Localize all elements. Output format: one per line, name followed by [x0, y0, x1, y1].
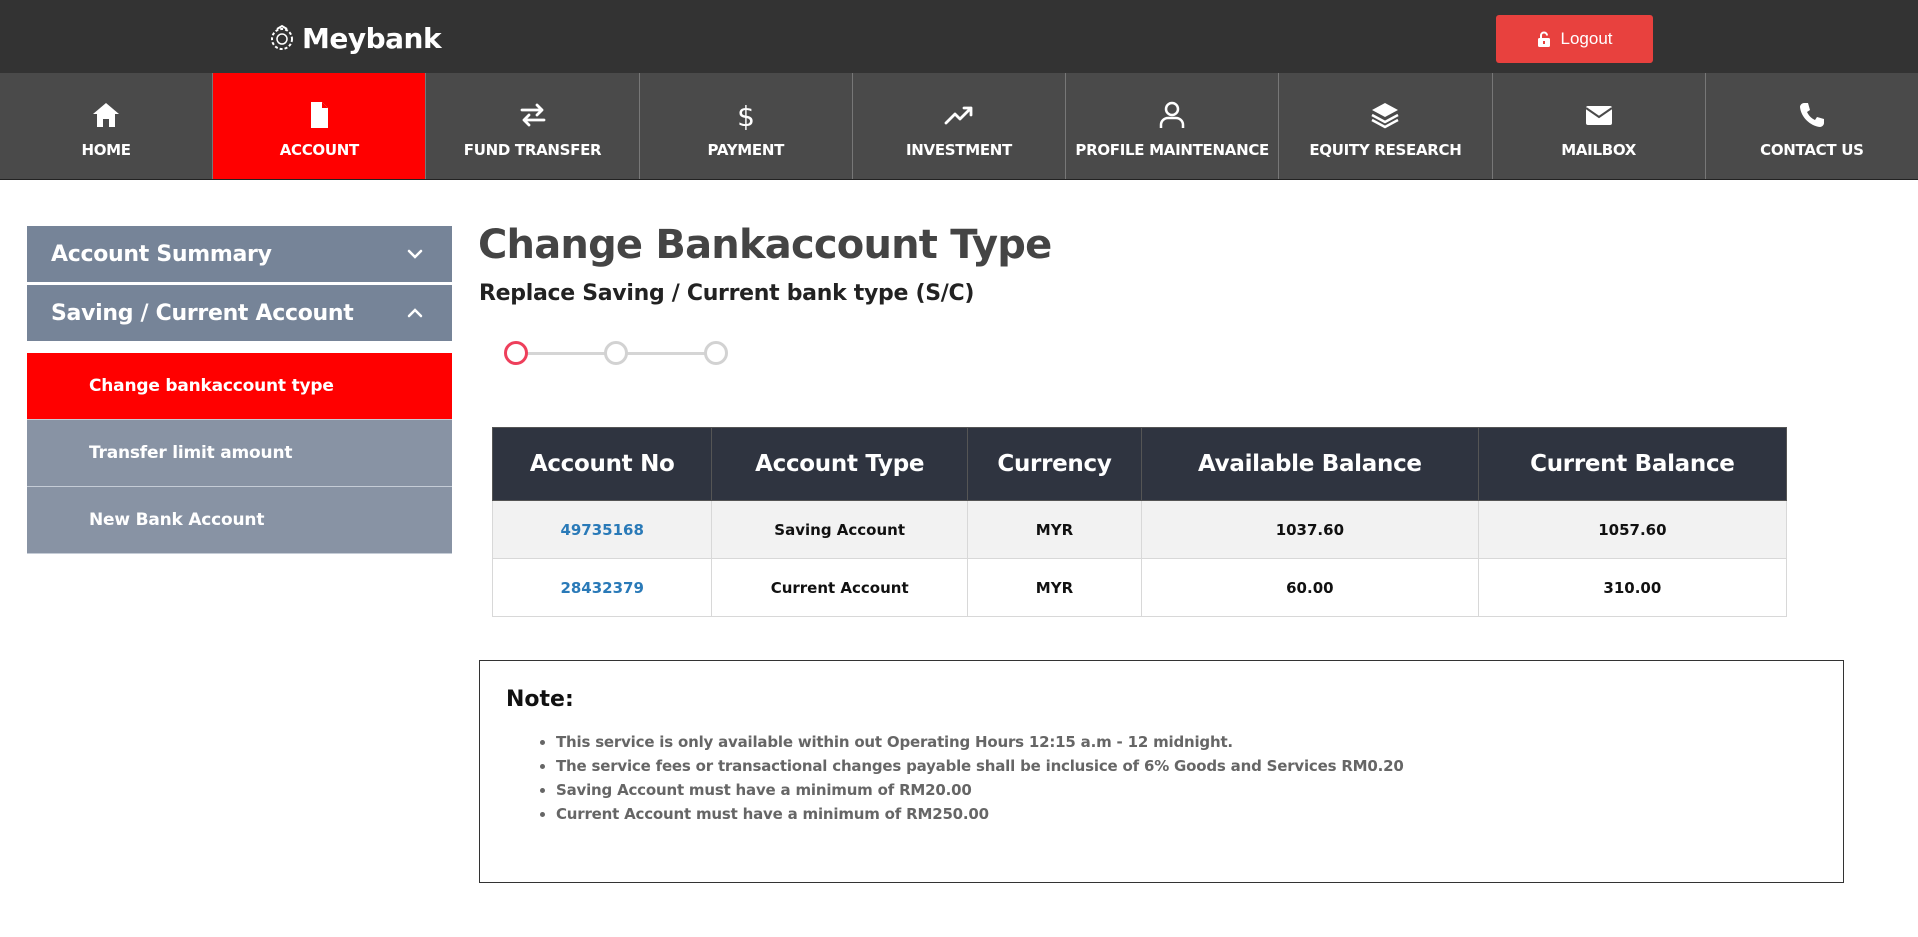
nav-profile-maintenance[interactable]: PROFILE MAINTENANCE [1066, 73, 1280, 179]
nav-fund-transfer[interactable]: FUND TRANSFER [426, 73, 640, 179]
sidebar-section-account-summary[interactable]: Account Summary [27, 226, 452, 282]
user-icon [1159, 101, 1185, 128]
sidebar-item-transfer-limit[interactable]: Transfer limit amount [27, 420, 452, 487]
sidebar-item-change-type[interactable]: Change bankaccount type [27, 353, 452, 420]
note-item: This service is only available within ou… [556, 730, 1817, 754]
available-balance-cell: 1037.60 [1140, 500, 1479, 559]
progress-stepper [504, 341, 730, 365]
accounts-table: Account No Account Type Currency Availab… [491, 427, 1788, 617]
account-no-cell: 28432379 [491, 558, 713, 617]
top-bar: Meybank Logout [0, 0, 1918, 73]
currency-cell: MYR [966, 500, 1142, 559]
page-title: Change Bankaccount Type [478, 222, 1052, 268]
account-no-link[interactable]: 49735168 [560, 521, 644, 539]
logout-button[interactable]: Logout [1496, 15, 1653, 63]
nav-label: PROFILE MAINTENANCE [1075, 141, 1269, 159]
nav-label: FUND TRANSFER [463, 141, 602, 159]
table-row: 28432379 Current Account MYR 60.00 310.0… [491, 558, 1788, 617]
nav-payment[interactable]: $ PAYMENT [640, 73, 853, 179]
nav-home[interactable]: HOME [0, 73, 214, 179]
current-balance-cell: 310.00 [1477, 558, 1788, 617]
note-item: Current Account must have a minimum of R… [556, 802, 1817, 826]
envelope-icon [1585, 106, 1613, 125]
column-header-account-no: Account No [491, 427, 713, 501]
column-header-current-balance: Current Balance [1477, 427, 1788, 501]
nav-account[interactable]: ACCOUNT [213, 73, 427, 179]
account-no-link[interactable]: 28432379 [560, 579, 644, 597]
trending-up-icon [944, 106, 973, 125]
unlock-icon [1537, 31, 1550, 47]
nav-label: MAILBOX [1561, 141, 1637, 159]
nav-label: ACCOUNT [279, 141, 360, 159]
table-row: 49735168 Saving Account MYR 1037.60 1057… [491, 500, 1788, 559]
nav-contact-us[interactable]: CONTACT US [1706, 73, 1918, 179]
note-title: Note: [506, 687, 574, 712]
sidebar-submenu: Change bankaccount type Transfer limit a… [27, 353, 452, 554]
nav-label: PAYMENT [707, 141, 785, 159]
sidebar: Account Summary Saving / Current Account… [27, 226, 452, 554]
svg-text:$: $ [737, 100, 755, 131]
nav-equity-research[interactable]: EQUITY RESEARCH [1279, 73, 1493, 179]
account-no-cell: 49735168 [491, 500, 713, 559]
step-3 [704, 341, 728, 365]
account-type-cell: Saving Account [711, 500, 968, 559]
nav-label: HOME [81, 141, 131, 159]
tiger-logo-icon [271, 24, 293, 50]
brand-logo[interactable]: Meybank [268, 18, 442, 58]
dollar-icon: $ [737, 100, 755, 131]
sidebar-section-saving-current[interactable]: Saving / Current Account [27, 285, 452, 341]
nav-label: EQUITY RESEARCH [1309, 141, 1462, 159]
note-item: Saving Account must have a minimum of RM… [556, 778, 1817, 802]
account-type-cell: Current Account [711, 558, 968, 617]
document-icon [311, 102, 329, 128]
nav-mailbox[interactable]: MAILBOX [1493, 73, 1706, 179]
chevron-up-icon [407, 308, 423, 318]
sidebar-section-label: Account Summary [51, 241, 272, 267]
column-header-account-type: Account Type [711, 427, 968, 501]
chevron-down-icon [407, 249, 423, 259]
step-1 [504, 341, 528, 365]
note-item: The service fees or transactional change… [556, 754, 1817, 778]
nav-label: CONTACT US [1760, 141, 1864, 159]
phone-icon [1799, 103, 1824, 127]
column-header-currency: Currency [966, 427, 1142, 501]
step-2 [604, 341, 628, 365]
table-header-row: Account No Account Type Currency Availab… [491, 427, 1788, 501]
brand-name: Meybank [302, 21, 442, 55]
column-header-available-balance: Available Balance [1140, 427, 1479, 501]
nav-investment[interactable]: INVESTMENT [853, 73, 1067, 179]
note-list: This service is only available within ou… [506, 730, 1817, 826]
layers-icon [1371, 103, 1400, 129]
sidebar-item-new-account[interactable]: New Bank Account [27, 487, 452, 554]
note-box: Note: This service is only available wit… [479, 660, 1844, 883]
home-icon [93, 103, 120, 127]
currency-cell: MYR [966, 558, 1142, 617]
sidebar-section-label: Saving / Current Account [51, 300, 354, 326]
current-balance-cell: 1057.60 [1477, 500, 1788, 559]
main-nav: HOME ACCOUNT FUND TRANSFER $ PAYMENT INV… [0, 73, 1918, 180]
available-balance-cell: 60.00 [1140, 558, 1479, 617]
logout-label: Logout [1560, 29, 1613, 48]
nav-label: INVESTMENT [905, 141, 1012, 159]
step-connector [626, 352, 708, 355]
step-connector [526, 352, 608, 355]
transfer-arrows-icon [520, 103, 545, 127]
page-subtitle: Replace Saving / Current bank type (S/C) [479, 281, 975, 306]
